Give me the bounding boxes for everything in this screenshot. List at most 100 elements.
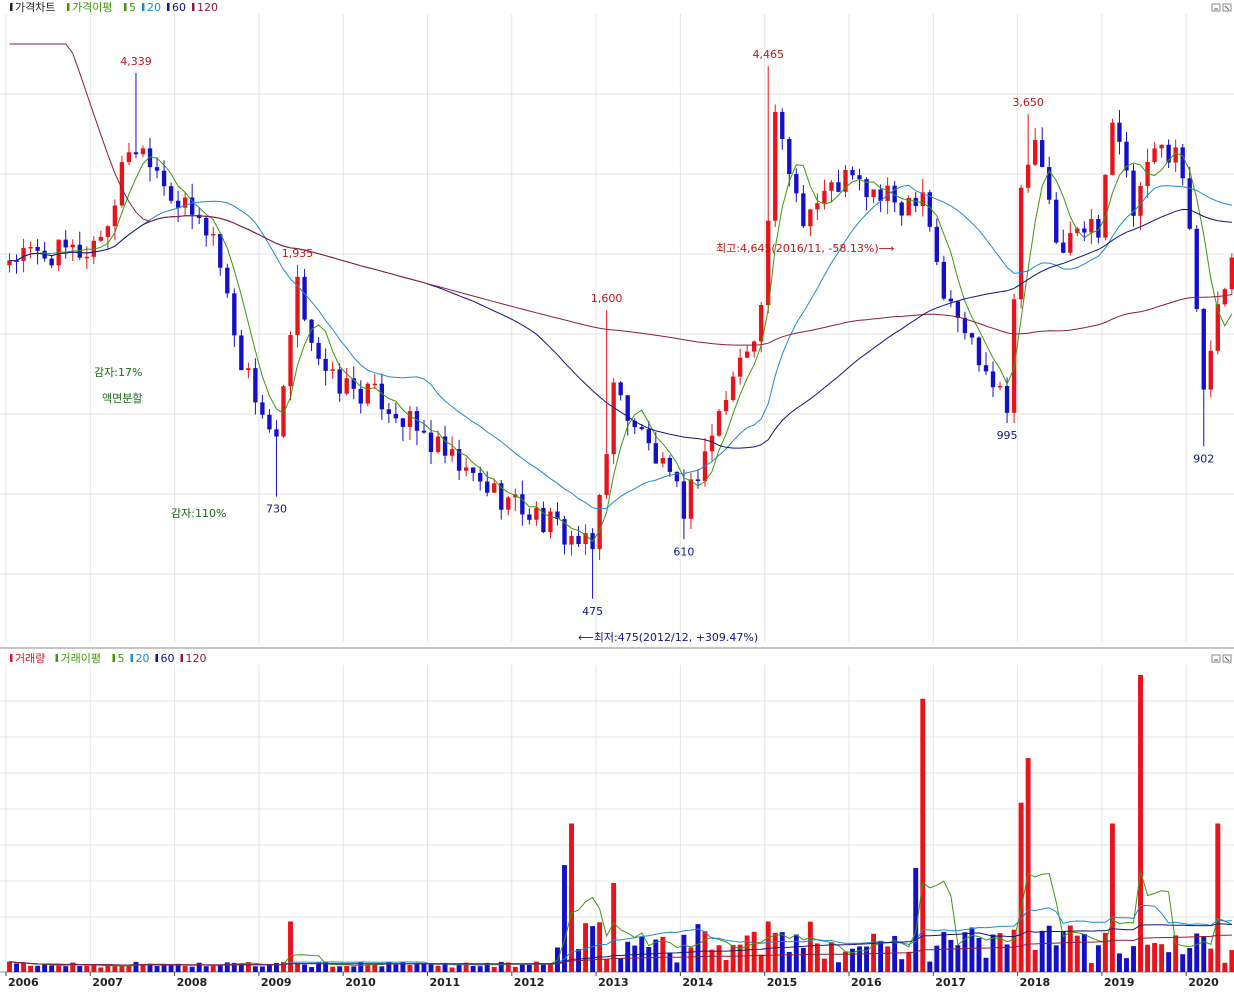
volume-legend-label[interactable]: 120 xyxy=(186,652,207,665)
volume-legend-label[interactable]: 거래이평 xyxy=(61,652,101,665)
volume-bar xyxy=(512,966,518,972)
volume-bar xyxy=(56,965,62,972)
candle-body xyxy=(534,507,539,520)
candle-body xyxy=(660,457,666,464)
price-legend-label[interactable]: 5 xyxy=(129,1,136,14)
volume-bar xyxy=(351,966,357,972)
volume-legend-swatch xyxy=(55,654,58,662)
volume-bar xyxy=(133,961,139,972)
candle-body xyxy=(204,217,209,236)
volume-bar xyxy=(1194,933,1200,972)
price-legend-label[interactable]: 120 xyxy=(197,1,218,14)
candle-body xyxy=(428,432,434,453)
candle-body xyxy=(773,111,778,221)
candle-body xyxy=(597,495,602,550)
candle-body xyxy=(871,189,876,198)
volume-bar xyxy=(885,946,891,972)
volume-bar xyxy=(547,964,553,972)
price-legend-label[interactable]: 가격이평 xyxy=(72,1,112,14)
minimize-icon[interactable] xyxy=(1211,3,1221,12)
volume-legend-label[interactable]: 20 xyxy=(136,652,150,665)
price-legend-label[interactable]: 60 xyxy=(172,1,186,14)
volume-bar xyxy=(526,964,532,972)
volume-bar xyxy=(1138,675,1143,972)
candle-body xyxy=(372,383,377,386)
candle-body xyxy=(955,301,961,318)
peak-label: 4,339 xyxy=(120,55,152,68)
volume-legend-label[interactable]: 60 xyxy=(161,652,175,665)
candle-body xyxy=(604,454,609,496)
volume-bar xyxy=(77,965,83,972)
volume-bar xyxy=(793,934,799,972)
candle-body xyxy=(962,317,968,334)
volume-legend-swatch xyxy=(130,654,133,662)
volume-bar xyxy=(751,931,757,972)
volume-bar xyxy=(604,959,610,972)
volume-bar xyxy=(1180,954,1186,972)
volume-bar xyxy=(491,967,497,972)
minimize-icon[interactable] xyxy=(1211,654,1221,663)
volume-bar xyxy=(821,958,827,972)
volume-bar xyxy=(983,957,989,972)
volume-bar xyxy=(42,964,48,972)
candle-body xyxy=(21,247,26,261)
volume-bar xyxy=(1215,823,1221,972)
price-legend-label[interactable]: 20 xyxy=(147,1,161,14)
price-legend-label[interactable]: 가격차트 xyxy=(15,1,55,14)
volume-bar xyxy=(772,932,778,972)
candle-body xyxy=(948,298,954,302)
volume-bar xyxy=(562,865,567,972)
volume-bar xyxy=(625,941,631,972)
candle-body xyxy=(7,260,12,266)
x-tick-label: 2012 xyxy=(514,976,545,989)
volume-bar xyxy=(35,965,41,972)
candle-body xyxy=(990,371,996,388)
candle-body xyxy=(618,382,623,396)
volume-bar xyxy=(990,934,996,972)
candle-body xyxy=(674,471,680,482)
candle-body xyxy=(309,319,314,343)
volume-bar xyxy=(288,921,293,972)
candle-body xyxy=(688,479,694,519)
candle-body xyxy=(857,175,862,180)
candle-body xyxy=(344,378,349,394)
volume-bar xyxy=(449,967,455,972)
candle-body xyxy=(260,402,265,415)
candle-body xyxy=(70,244,75,248)
volume-bar xyxy=(864,946,870,972)
candle-body xyxy=(421,430,427,433)
volume-bar xyxy=(428,964,434,972)
volume-legend-label[interactable]: 5 xyxy=(118,652,125,665)
candle-body xyxy=(365,383,370,404)
x-tick-label: 2015 xyxy=(767,976,798,989)
peak-label: 3,650 xyxy=(1012,96,1044,109)
candle-body xyxy=(751,341,757,352)
candle-body xyxy=(274,429,279,437)
candle-body xyxy=(225,267,230,294)
volume-bar xyxy=(1053,945,1059,972)
candle-body xyxy=(1117,122,1122,142)
volume-bar xyxy=(365,964,371,972)
candle-body xyxy=(709,435,715,452)
candle-body xyxy=(1061,242,1066,253)
volume-bar xyxy=(1208,948,1214,972)
x-tick-label: 2018 xyxy=(1020,976,1051,989)
candle-body xyxy=(281,386,286,437)
peak-label: 1,600 xyxy=(591,292,623,305)
candle-body xyxy=(1082,228,1087,233)
candle-body xyxy=(548,511,553,533)
candle-body xyxy=(808,209,813,227)
volume-legend-label[interactable]: 거래량 xyxy=(15,652,45,665)
volume-bar xyxy=(800,947,806,972)
candle-body xyxy=(794,174,799,194)
candle-body xyxy=(168,186,174,201)
candle-body xyxy=(133,152,139,155)
candle-body xyxy=(646,429,651,444)
candle-body xyxy=(576,535,581,545)
volume-bar xyxy=(716,945,722,972)
x-tick-label: 2006 xyxy=(8,976,39,989)
volume-bar xyxy=(1039,930,1045,972)
candle-body xyxy=(218,233,223,268)
candle-body xyxy=(744,351,750,358)
volume-bar xyxy=(168,964,174,972)
